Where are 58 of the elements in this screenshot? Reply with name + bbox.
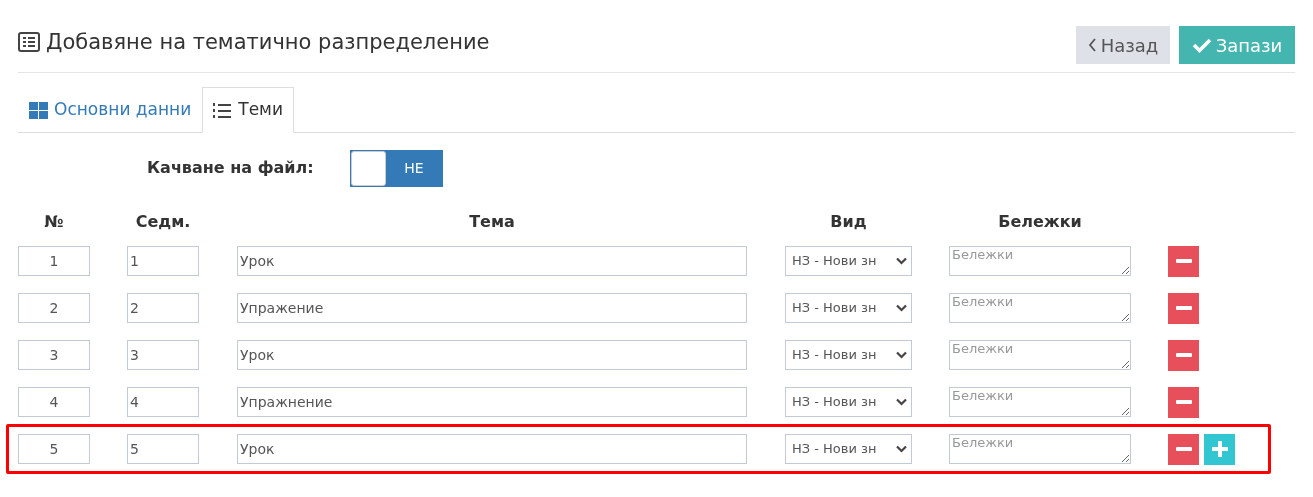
type-select[interactable]: НЗ - Нови зн [785,246,912,276]
column-header: Бележки [998,211,1082,233]
topic-input[interactable]: Урок [237,246,747,276]
remove-button[interactable] [1168,292,1199,324]
minus-icon [1175,306,1192,310]
week-input[interactable]: 2 [127,293,199,323]
list-icon [18,32,40,52]
back-button[interactable]: Назад [1076,26,1170,64]
page-title: Добавяне на тематично разпределение [46,29,490,56]
add-button[interactable] [1204,433,1235,465]
numbered-list-icon [213,101,233,119]
number-input[interactable]: 2 [18,293,90,323]
notes-field[interactable]: Бележки [949,246,1131,276]
week-input[interactable]: 3 [127,340,199,370]
column-header: Вид [830,211,867,233]
type-select[interactable]: НЗ - Нови зн [785,340,912,370]
caret-icon [896,445,907,453]
caret-icon [896,398,907,406]
plus-icon [1211,441,1228,457]
type-select[interactable]: НЗ - Нови зн [785,387,912,417]
tab[interactable]: Теми [202,87,294,133]
upload-label: Качване на файл: [147,157,315,179]
minus-icon [1175,353,1192,357]
column-header: № [44,211,64,233]
remove-button[interactable] [1168,245,1199,277]
remove-button[interactable] [1168,339,1199,371]
minus-icon [1175,400,1192,404]
column-header: Седм. [135,211,191,233]
check-icon [1191,37,1212,53]
minus-icon [1175,447,1192,451]
column-header: Тема [469,211,515,233]
notes-field[interactable]: Бележки [949,293,1131,323]
number-input[interactable]: 1 [18,246,90,276]
number-input[interactable]: 4 [18,387,90,417]
notes-field[interactable]: Бележки [949,340,1131,370]
week-input[interactable]: 5 [127,434,199,464]
caret-icon [896,351,907,359]
number-input[interactable]: 3 [18,340,90,370]
number-input[interactable]: 5 [18,434,90,464]
notes-field[interactable]: Бележки [949,434,1131,464]
toggle-switch[interactable]: НЕ [350,149,443,187]
remove-button[interactable] [1168,433,1199,465]
topic-input[interactable]: Упражение [237,293,747,323]
notes-field[interactable]: Бележки [949,387,1131,417]
chevron-left-icon [1087,38,1097,52]
caret-icon [896,304,907,312]
type-select[interactable]: НЗ - Нови зн [785,293,912,323]
topic-input[interactable]: Упражнение [237,387,747,417]
topic-input[interactable]: Урок [237,434,747,464]
type-select[interactable]: НЗ - Нови зн [785,434,912,464]
grid-icon [29,101,48,119]
minus-icon [1175,259,1192,263]
week-input[interactable]: 4 [127,387,199,417]
tab[interactable]: Основни данни [18,87,203,133]
topic-input[interactable]: Урок [237,340,747,370]
remove-button[interactable] [1168,386,1199,418]
caret-icon [896,257,907,265]
week-input[interactable]: 1 [127,246,199,276]
